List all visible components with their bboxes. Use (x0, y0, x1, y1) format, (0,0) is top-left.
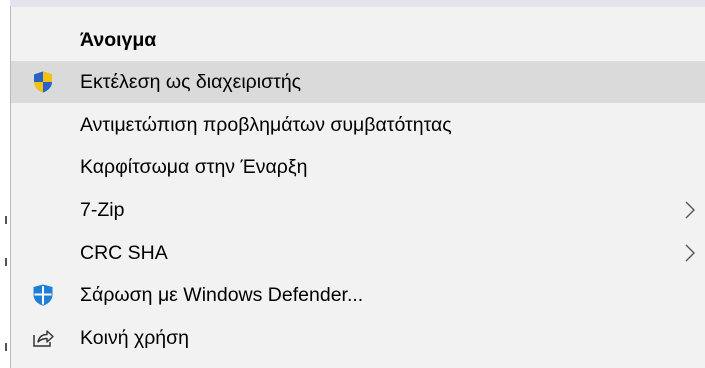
context-menu: Άνοιγμα Εκτέλεση ως διαχειριστής Αντιμετ… (10, 6, 705, 368)
desktop-left-edge (0, 0, 10, 368)
edge-tick (5, 216, 7, 224)
menu-item-label: CRC SHA (80, 242, 168, 264)
windows-defender-icon (31, 283, 55, 307)
menu-item-label: Κοινή χρήση (80, 327, 190, 349)
edge-tick (5, 258, 7, 266)
menu-item-troubleshoot-compatibility[interactable]: Αντιμετώπιση προβλημάτων συμβατότητας (11, 104, 705, 146)
menu-item-label: Καρφίτσωμα στην Έναρξη (80, 156, 308, 178)
menu-item-label: Άνοιγμα (80, 29, 157, 51)
menu-item-7zip[interactable]: 7-Zip (11, 189, 705, 231)
menu-item-label: Αντιμετώπιση προβλημάτων συμβατότητας (80, 114, 452, 136)
chevron-right-icon (683, 200, 697, 220)
menu-item-label: 7-Zip (80, 199, 125, 221)
menu-item-scan-defender[interactable]: Σάρωση με Windows Defender... (11, 274, 705, 316)
menu-item-open[interactable]: Άνοιγμα (11, 19, 705, 61)
menu-item-share[interactable]: Κοινή χρήση (11, 317, 705, 359)
menu-item-crc-sha[interactable]: CRC SHA (11, 232, 705, 274)
edge-tick (5, 343, 7, 351)
menu-item-label: Σάρωση με Windows Defender... (80, 284, 364, 306)
share-icon (31, 326, 55, 350)
uac-shield-icon (31, 70, 55, 94)
menu-item-run-as-admin[interactable]: Εκτέλεση ως διαχειριστής (11, 61, 705, 103)
chevron-right-icon (683, 243, 697, 263)
menu-item-label: Εκτέλεση ως διαχειριστής (80, 71, 302, 93)
menu-item-pin-to-start[interactable]: Καρφίτσωμα στην Έναρξη (11, 146, 705, 188)
